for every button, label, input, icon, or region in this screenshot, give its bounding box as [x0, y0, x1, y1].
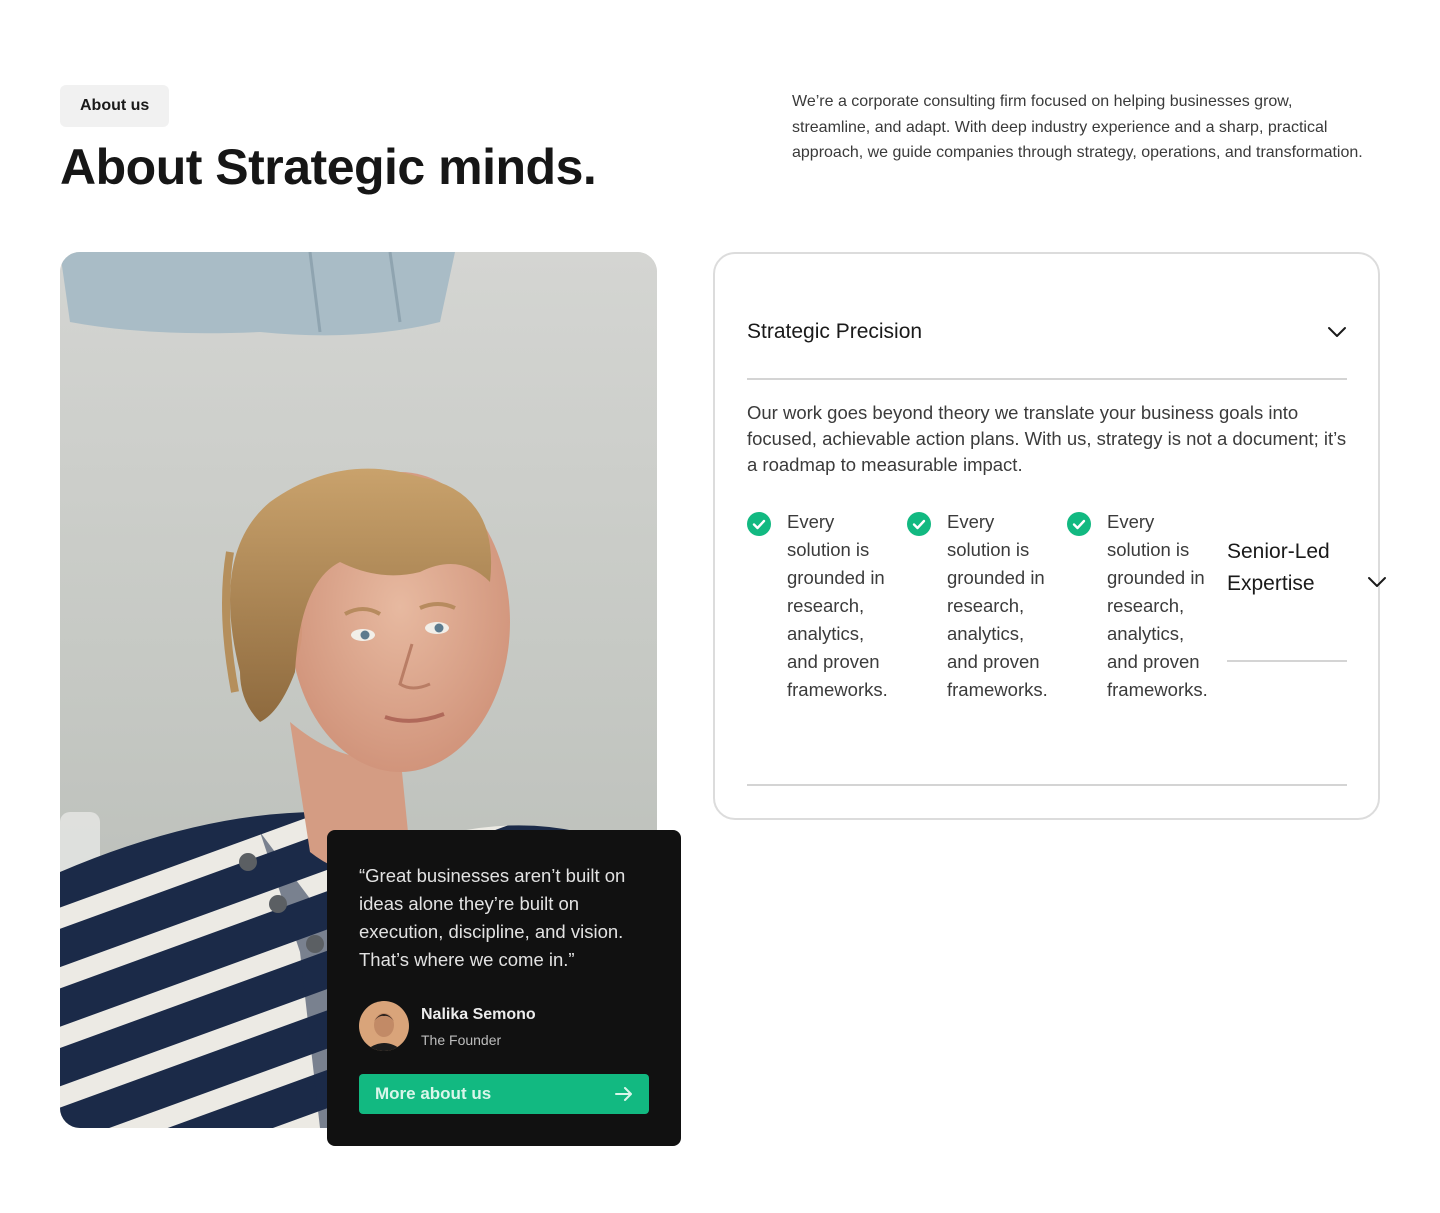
- feature-text: Every solution is grounded in research, …: [1107, 511, 1208, 700]
- accordion-card: Strategic Precision Our work goes beyond…: [713, 252, 1386, 820]
- founder-quote-card: “Great businesses aren’t built on ideas …: [327, 830, 681, 1146]
- more-about-us-button[interactable]: More about us: [359, 1074, 649, 1114]
- feature-item: Every solution is grounded in research, …: [907, 508, 1059, 704]
- accordion-item-body: Our work goes beyond theory we translate…: [747, 402, 1347, 475]
- check-icon: [907, 512, 931, 536]
- accordion-item-strategic-precision[interactable]: Strategic Precision: [747, 320, 1347, 344]
- feature-item: Every solution is grounded in research, …: [747, 508, 899, 704]
- feature-text: Every solution is grounded in research, …: [947, 511, 1048, 700]
- check-icon: [747, 512, 771, 536]
- accordion-item-senior-led-expertise[interactable]: Senior-Led Expertise: [1227, 536, 1331, 600]
- more-about-us-label: More about us: [375, 1084, 492, 1103]
- divider: [1227, 660, 1347, 662]
- divider: [747, 784, 1347, 786]
- founder-quote: “Great businesses aren’t built on ideas …: [359, 865, 626, 970]
- author-name: Nalika Semono: [421, 1006, 536, 1023]
- avatar: [359, 1001, 409, 1051]
- arrow-right-icon: [615, 1087, 632, 1101]
- about-us-badge: About us: [60, 85, 170, 127]
- chevron-down-icon[interactable]: [1327, 326, 1347, 338]
- divider: [747, 378, 1347, 380]
- feature-item: Every solution is grounded in research, …: [1067, 508, 1219, 704]
- page-title: About Strategic minds.: [60, 139, 597, 195]
- intro-paragraph: We’re a corporate consulting firm focuse…: [792, 93, 1363, 162]
- author-role: The Founder: [421, 1032, 502, 1048]
- check-icon: [1067, 512, 1091, 536]
- accordion-item-title: Strategic Precision: [747, 320, 923, 343]
- feature-text: Every solution is grounded in research, …: [787, 511, 888, 700]
- author: Nalika Semono The Founder: [359, 1001, 649, 1051]
- chevron-down-icon[interactable]: [1367, 576, 1387, 588]
